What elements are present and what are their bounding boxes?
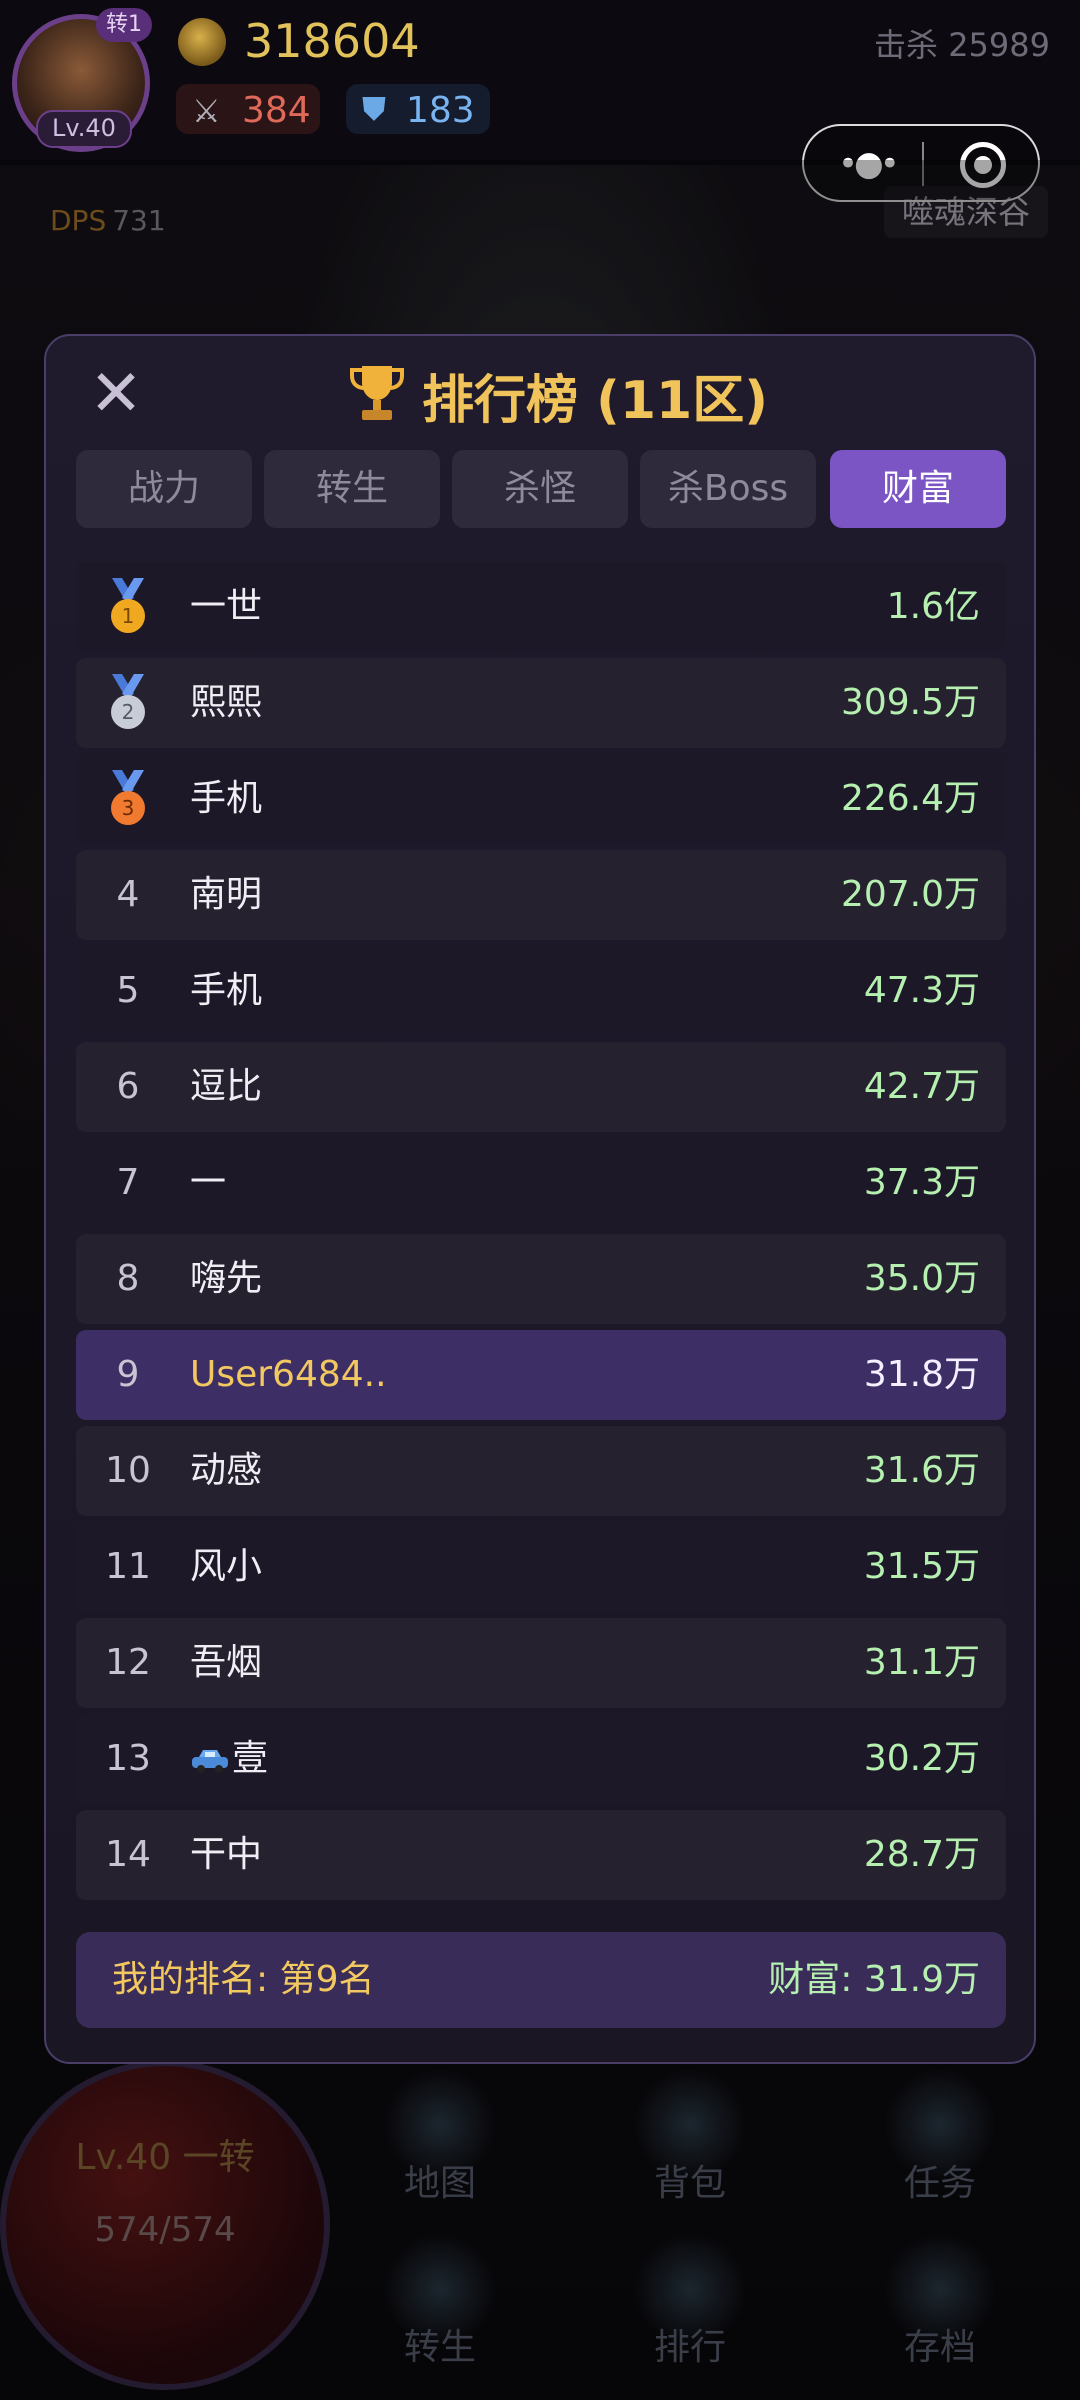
attack-stat: ⚔ 384 (176, 84, 320, 134)
rank-number: 13 (105, 1738, 151, 1779)
ranking-row[interactable]: 1 一世 1.6亿 (76, 562, 1006, 652)
wealth-value: 42.7万 (863, 1066, 980, 1107)
tab-wealth[interactable]: 财富 (830, 450, 1006, 528)
wealth-value: 31.5万 (863, 1546, 980, 1587)
rank-number: 9 (116, 1354, 140, 1395)
player-name: 手机 (190, 778, 263, 819)
tab-power[interactable]: 战力 (76, 450, 252, 528)
reincarnation-badge: 转1 (96, 8, 152, 42)
rank-number: 12 (105, 1642, 151, 1683)
ranking-row[interactable]: 7 一 37.3万 (76, 1138, 1006, 1228)
ranking-row[interactable]: 13 壹 30.2万 (76, 1714, 1006, 1804)
wealth-value: 31.1万 (863, 1642, 980, 1683)
wealth-value: 35.0万 (863, 1258, 980, 1299)
player-name: 吾烟 (190, 1642, 263, 1683)
avatar-level-badge: Lv.40 (36, 110, 132, 148)
ranking-row[interactable]: 10 动感 31.6万 (76, 1426, 1006, 1516)
my-rank-text: 我的排名: 第9名 (112, 1959, 375, 2000)
medal-number: 3 (122, 796, 135, 820)
player-name: 一 (190, 1162, 227, 1203)
ranking-row[interactable]: 8 嗨先 35.0万 (76, 1234, 1006, 1324)
rank-number: 8 (116, 1258, 140, 1299)
player-name: 嗨先 (190, 1258, 263, 1299)
car-emoji-icon (192, 1750, 228, 1773)
tab-rebirth[interactable]: 转生 (264, 450, 440, 528)
gold-coin-icon (178, 18, 226, 66)
player-name: 逗比 (190, 1066, 263, 1107)
wealth-value: 31.8万 (863, 1354, 980, 1395)
player-name: 风小 (190, 1546, 263, 1587)
player-name: 一世 (190, 586, 263, 627)
player-name: 干中 (190, 1834, 263, 1875)
wealth-value: 28.7万 (863, 1834, 980, 1875)
rank-number: 10 (105, 1450, 151, 1491)
rank-number: 6 (116, 1066, 140, 1107)
wealth-value: 47.3万 (863, 970, 980, 1011)
kill-count: 击杀 25989 (874, 26, 1050, 64)
shield-icon: ⛊ (362, 90, 387, 128)
player-name: 南明 (190, 874, 263, 915)
wealth-value: 1.6亿 (886, 586, 980, 627)
ranking-row-current-user[interactable]: 9 User6484.. 31.8万 (76, 1330, 1006, 1420)
medal-number: 1 (122, 604, 135, 628)
dialog-title: 排行榜 (11区) (422, 371, 768, 431)
player-name: User6484.. (190, 1354, 387, 1395)
ranking-row[interactable]: 4 南明 207.0万 (76, 850, 1006, 940)
ranking-row[interactable]: 3 手机 226.4万 (76, 754, 1006, 844)
close-icon[interactable]: ✕ (84, 362, 148, 426)
ranking-row[interactable]: 11 风小 31.5万 (76, 1522, 1006, 1612)
wealth-value: 31.6万 (863, 1450, 980, 1491)
gold-amount: 318604 (244, 14, 420, 68)
ranking-row[interactable]: 6 逗比 42.7万 (76, 1042, 1006, 1132)
ranking-row[interactable]: 12 吾烟 31.1万 (76, 1618, 1006, 1708)
defense-value: 183 (406, 90, 475, 131)
player-name-container: 壹 (190, 1714, 268, 1804)
crossed-swords-icon: ⚔ (192, 92, 221, 130)
trophy-icon (350, 366, 404, 420)
wealth-value: 30.2万 (863, 1738, 980, 1779)
tab-boss-kills[interactable]: 杀Boss (640, 450, 816, 528)
wealth-value: 309.5万 (840, 682, 980, 723)
ranking-row[interactable]: 14 干中 28.7万 (76, 1810, 1006, 1900)
silver-medal-icon: 2 (111, 674, 145, 729)
ranking-row[interactable]: 2 熙熙 309.5万 (76, 658, 1006, 748)
player-name: 熙熙 (190, 682, 263, 723)
my-ranking-bar: 我的排名: 第9名 财富: 31.9万 (76, 1932, 1006, 2028)
rank-number: 4 (116, 874, 140, 915)
wealth-value: 37.3万 (863, 1162, 980, 1203)
defense-stat: ⛊ 183 (346, 84, 490, 134)
my-wealth-text: 财富: 31.9万 (768, 1959, 980, 2000)
ranking-tabs: 战力 转生 杀怪 杀Boss 财富 (76, 450, 1006, 528)
wealth-value: 226.4万 (840, 778, 980, 819)
bronze-medal-icon: 3 (111, 770, 145, 825)
player-name: 手机 (190, 970, 263, 1011)
ranking-row[interactable]: 5 手机 47.3万 (76, 946, 1006, 1036)
gold-medal-icon: 1 (111, 578, 145, 633)
medal-number: 2 (122, 700, 135, 724)
rank-number: 7 (116, 1162, 140, 1203)
tab-kills[interactable]: 杀怪 (452, 450, 628, 528)
player-name: 动感 (190, 1450, 263, 1491)
ranking-list[interactable]: 1 一世 1.6亿 2 熙熙 309.5万 3 手机 226.4万 4 南明 2… (76, 562, 1006, 1904)
rank-number: 14 (105, 1834, 151, 1875)
ranking-dialog: ✕ 排行榜 (11区) 战力 转生 杀怪 杀Boss 财富 1 一世 1.6亿 (44, 334, 1036, 2064)
rank-number: 11 (105, 1546, 151, 1587)
player-name: 壹 (232, 1738, 269, 1779)
wealth-value: 207.0万 (840, 874, 980, 915)
attack-value: 384 (242, 90, 311, 131)
rank-number: 5 (116, 970, 140, 1011)
